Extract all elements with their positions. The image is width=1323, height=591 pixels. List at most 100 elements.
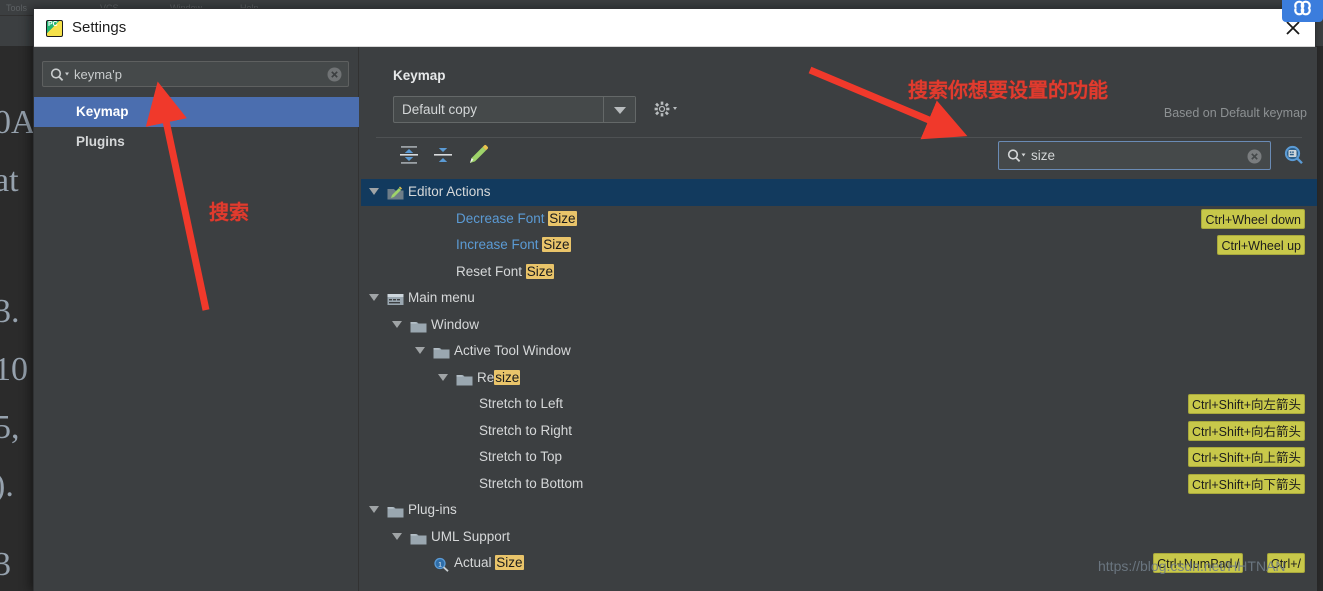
- editor-actions-icon: [387, 184, 404, 200]
- tree-row[interactable]: Resize: [361, 365, 1317, 392]
- main-menu-icon: [387, 290, 404, 305]
- tree-row[interactable]: Reset Font Size: [361, 259, 1317, 286]
- tree-expander-icon[interactable]: [392, 532, 403, 541]
- tree-row-label: Active Tool Window: [454, 343, 571, 358]
- tree-expander-icon[interactable]: [369, 294, 380, 302]
- shortcut-badge: Ctrl+Shift+向右箭头: [1187, 420, 1305, 441]
- settings-sidebar: keyma'p Keymap Plugins: [34, 47, 359, 591]
- editor-text-line: 3: [0, 546, 11, 583]
- sidebar-item-label: Plugins: [76, 134, 125, 149]
- tree-row[interactable]: Plug-ins: [361, 497, 1317, 524]
- divider: [376, 137, 1302, 138]
- annotation-search-feature: 搜索你想要设置的功能: [908, 78, 1108, 102]
- watermark: https://blog.csdn.net/HHTNAN: [1098, 558, 1286, 574]
- menu-item-tools[interactable]: Tools: [6, 3, 27, 13]
- edit-shortcut-icon[interactable]: [465, 142, 495, 170]
- folder-icon: [456, 370, 473, 385]
- tree-row-label: Main menu: [408, 290, 475, 305]
- gear-icon[interactable]: [651, 99, 681, 119]
- tree-row-label: Window: [431, 316, 480, 332]
- settings-category-list: Keymap Plugins: [34, 97, 359, 157]
- collapse-all-icon[interactable]: [430, 142, 460, 170]
- folder-icon: [410, 317, 427, 332]
- tree-expander-icon[interactable]: [438, 373, 449, 382]
- folder-icon: [387, 502, 404, 518]
- tree-row-label: Editor Actions: [408, 184, 491, 199]
- tree-row[interactable]: Stretch to Left Ctrl+Shift+向左箭头: [361, 391, 1317, 418]
- find-by-shortcut-icon[interactable]: [1281, 143, 1307, 169]
- tree-row[interactable]: Active Tool Window: [361, 338, 1317, 365]
- keymap-panel: Keymap Default copy Based on Default key…: [360, 47, 1317, 591]
- editor-text-line: 5,: [0, 409, 20, 446]
- keymap-tree[interactable]: Editor Actions Decrease Font Size Ctrl+Whe…: [361, 179, 1317, 591]
- expand-all-icon[interactable]: [396, 142, 426, 170]
- search-match-highlight: Size: [548, 210, 577, 226]
- search-match-highlight: Size: [495, 555, 524, 570]
- tree-row[interactable]: Decrease Font Size Ctrl+Wheel down: [361, 206, 1317, 233]
- shortcut-badge: Ctrl+Shift+向下箭头: [1187, 473, 1305, 494]
- editor-text-line: 3.: [0, 293, 20, 330]
- search-match-highlight: size: [494, 369, 521, 385]
- settings-search-input[interactable]: keyma'p: [42, 61, 349, 87]
- tree-expander-icon[interactable]: [392, 320, 403, 329]
- settings-search-value: keyma'p: [74, 67, 123, 82]
- editor-text-line: at: [0, 162, 19, 199]
- svg-text:1: 1: [438, 561, 442, 568]
- infinity-badge-icon: [1282, 0, 1323, 22]
- tree-row-label: Increase Font Size: [456, 237, 571, 252]
- dialog-title: Settings: [72, 19, 127, 36]
- tree-expander-icon[interactable]: [369, 188, 380, 196]
- keymap-select[interactable]: Default copy: [393, 96, 636, 123]
- search-icon: [1007, 148, 1029, 164]
- shortcut-badge: Ctrl+Shift+向左箭头: [1187, 394, 1305, 414]
- tree-row[interactable]: Stretch to Top Ctrl+Shift+向上箭头: [361, 444, 1317, 471]
- clear-icon[interactable]: [1247, 149, 1262, 164]
- tree-row[interactable]: UML Support: [361, 524, 1317, 551]
- shortcut-badge: Ctrl+Wheel down: [1201, 208, 1305, 229]
- shortcut-badge: Ctrl+Wheel up: [1217, 235, 1305, 255]
- editor-text-line: 10: [0, 351, 28, 388]
- editor-text-line: 0A: [0, 104, 36, 141]
- chevron-down-icon[interactable]: [603, 97, 635, 122]
- shortcut-badge: Ctrl+Shift+向上箭头: [1187, 447, 1305, 467]
- clear-icon[interactable]: [327, 67, 342, 82]
- action-search-value: size: [1031, 148, 1056, 163]
- tree-row[interactable]: Stretch to Right Ctrl+Shift+向右箭头: [361, 418, 1317, 445]
- tree-row[interactable]: Editor Actions: [361, 179, 1317, 206]
- tree-row-label: Reset Font Size: [456, 263, 555, 279]
- actual-size-icon: 1: [433, 555, 450, 572]
- search-match-highlight: Size: [525, 263, 555, 279]
- settings-dialog: PC Settings keyma'p Keymap Plugins Keyma…: [33, 8, 1317, 591]
- editor-text-line: ).: [0, 467, 14, 504]
- tree-toolbar: [396, 142, 495, 176]
- tree-row-label: UML Support: [431, 528, 511, 544]
- search-match-highlight: Size: [542, 237, 571, 252]
- page-title: Keymap: [393, 68, 446, 83]
- tree-row-label: Stretch to Right: [479, 422, 573, 438]
- tree-row[interactable]: Increase Font Size Ctrl+Wheel up: [361, 232, 1317, 259]
- tree-row-label: Actual Size: [454, 555, 524, 570]
- folder-icon: [410, 529, 427, 544]
- tree-row-label: Stretch to Top: [479, 449, 563, 464]
- dialog-titlebar[interactable]: PC Settings: [34, 9, 1315, 47]
- tree-row-label: Plug-ins: [408, 502, 457, 517]
- sidebar-item-label: Keymap: [76, 104, 129, 119]
- tree-row[interactable]: Stretch to Bottom Ctrl+Shift+向下箭头: [361, 471, 1317, 498]
- tree-expander-icon[interactable]: [415, 347, 426, 355]
- tree-row-label: Stretch to Bottom: [479, 475, 584, 491]
- keymap-select-value: Default copy: [402, 102, 478, 117]
- tree-row-label: Decrease Font Size: [456, 210, 577, 226]
- tree-row-label: Resize: [477, 369, 521, 385]
- tree-row[interactable]: Main menu: [361, 285, 1317, 312]
- sidebar-item-plugins[interactable]: Plugins: [34, 127, 359, 157]
- action-search-input[interactable]: size: [998, 141, 1271, 170]
- folder-icon: [433, 343, 450, 359]
- dialog-body: keyma'p Keymap Plugins Keymap Default co…: [34, 47, 1317, 591]
- annotation-search: 搜索: [209, 200, 249, 224]
- tree-row-label: Stretch to Left: [479, 396, 564, 411]
- tree-expander-icon[interactable]: [369, 506, 380, 514]
- tree-row[interactable]: Window: [361, 312, 1317, 339]
- search-icon: [50, 67, 72, 83]
- based-on-keymap-label: Based on Default keymap: [1163, 106, 1307, 120]
- sidebar-item-keymap[interactable]: Keymap: [34, 97, 359, 127]
